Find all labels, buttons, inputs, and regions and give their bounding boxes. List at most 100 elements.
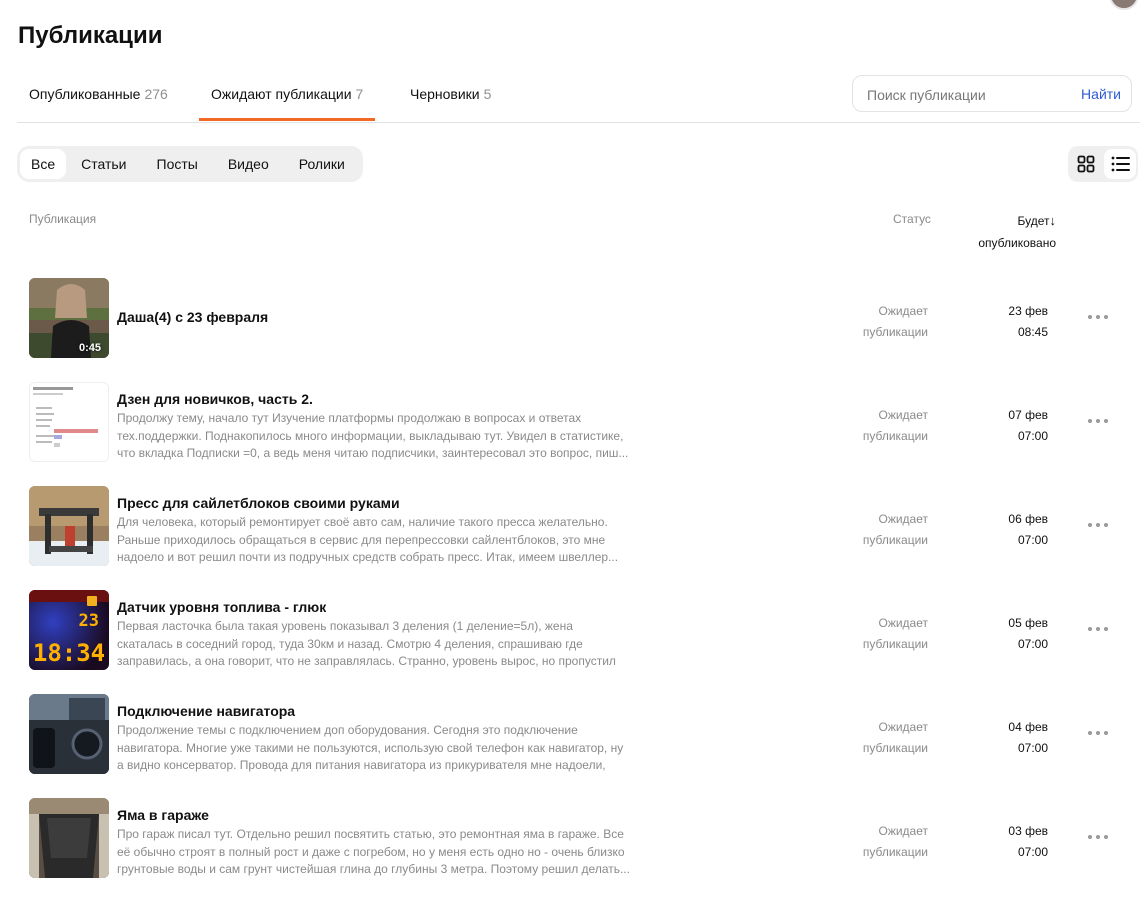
fuel-level-digits: 23 bbox=[79, 611, 99, 631]
status-text: Ожидает bbox=[878, 616, 928, 630]
search-input[interactable] bbox=[865, 84, 1059, 106]
thumbnail-image: 23 18:34 bbox=[29, 590, 109, 670]
tab-label: Ожидают публикации bbox=[211, 86, 352, 102]
table-row[interactable]: Пресс для сайлетблоков своими руками Для… bbox=[17, 486, 1140, 590]
tab-label: Опубликованные bbox=[29, 86, 141, 102]
tab-count: 7 bbox=[355, 86, 364, 102]
status-text: публикации bbox=[862, 533, 928, 547]
column-header-date-line2: опубликовано bbox=[978, 236, 1056, 250]
publication-title[interactable]: Датчик уровня топлива - глюк bbox=[117, 599, 326, 615]
page-title: Публикации bbox=[18, 22, 163, 49]
list-view-button[interactable] bbox=[1104, 149, 1136, 179]
publication-excerpt: Для человека, который ремонтирует своё а… bbox=[117, 515, 619, 564]
article-thumbnail[interactable] bbox=[29, 486, 109, 566]
article-thumbnail[interactable] bbox=[29, 382, 109, 462]
more-options-icon[interactable] bbox=[1088, 414, 1110, 428]
publication-title[interactable]: Даша(4) с 23 февраля bbox=[117, 309, 268, 325]
search-button[interactable]: Найти bbox=[1081, 86, 1121, 102]
tab-scheduled[interactable]: Ожидают публикации 7 bbox=[199, 74, 376, 121]
filter-all[interactable]: Все bbox=[20, 149, 67, 179]
date-text: 23 фев bbox=[1008, 304, 1048, 318]
date-text: 06 фев bbox=[1008, 512, 1048, 526]
status-text: публикации bbox=[862, 637, 928, 651]
view-toggle bbox=[1068, 146, 1138, 182]
time-text: 07:00 bbox=[1017, 741, 1048, 755]
status-text: публикации bbox=[862, 845, 928, 859]
tab-published[interactable]: Опубликованные 276 bbox=[29, 74, 168, 121]
table-row[interactable]: 23 18:34 Датчик уровня топлива - глюк Пе… bbox=[17, 590, 1140, 694]
scheduled-date: 04 фев 07:00 bbox=[977, 717, 1048, 759]
table-row[interactable]: Яма в гараже Про гараж писал тут. Отдель… bbox=[17, 798, 1140, 902]
more-options-icon[interactable] bbox=[1088, 830, 1110, 844]
article-thumbnail[interactable]: 23 18:34 bbox=[29, 590, 109, 670]
time-text: 07:00 bbox=[1017, 845, 1048, 859]
table-row[interactable]: 0:45 Даша(4) с 23 февраля Ожидает публик… bbox=[17, 278, 1140, 382]
date-text: 04 фев bbox=[1008, 720, 1048, 734]
status-label: Ожидает публикации bbox=[847, 509, 928, 551]
filter-video[interactable]: Видео bbox=[213, 149, 284, 179]
article-thumbnail[interactable] bbox=[29, 694, 109, 774]
article-thumbnail[interactable] bbox=[29, 798, 109, 878]
scheduled-date: 05 фев 07:00 bbox=[977, 613, 1048, 655]
status-label: Ожидает публикации bbox=[847, 717, 928, 759]
more-options-icon[interactable] bbox=[1088, 310, 1110, 324]
thumbnail-image bbox=[29, 798, 109, 878]
grid-view-button[interactable] bbox=[1070, 149, 1102, 179]
time-text: 07:00 bbox=[1017, 533, 1048, 547]
publication-title[interactable]: Дзен для новичков, часть 2. bbox=[117, 391, 313, 407]
table-row[interactable]: Подключение навигатора Продолжение темы … bbox=[17, 694, 1140, 798]
publication-excerpt: Первая ласточка была такая уровень показ… bbox=[117, 619, 616, 668]
column-header-status: Статус bbox=[893, 212, 931, 226]
time-text: 07:00 bbox=[1017, 637, 1048, 651]
publication-tabs: Опубликованные 276 Ожидают публикации 7 Че… bbox=[17, 74, 1140, 123]
publication-excerpt: Продолжу тему, начало тут Изучение платф… bbox=[117, 411, 629, 460]
publication-excerpt: Про гараж писал тут. Отдельно решил посв… bbox=[117, 827, 630, 876]
sort-arrow-icon: ↓ bbox=[1049, 213, 1057, 228]
video-thumbnail[interactable]: 0:45 bbox=[29, 278, 109, 358]
type-filter: Все Статьи Посты Видео Ролики bbox=[17, 146, 363, 182]
filter-posts[interactable]: Посты bbox=[142, 149, 213, 179]
publication-title[interactable]: Подключение навигатора bbox=[117, 703, 295, 719]
tab-label: Черновики bbox=[410, 86, 480, 102]
filter-shorts[interactable]: Ролики bbox=[284, 149, 360, 179]
column-header-publication: Публикация bbox=[29, 212, 97, 226]
thumbnail-image bbox=[30, 383, 108, 461]
status-text: Ожидает bbox=[878, 512, 928, 526]
status-text: публикации bbox=[862, 429, 928, 443]
status-label: Ожидает публикации bbox=[847, 405, 928, 447]
avatar[interactable] bbox=[1109, 0, 1139, 10]
publication-title[interactable]: Яма в гараже bbox=[117, 807, 209, 823]
date-text: 03 фев bbox=[1008, 824, 1048, 838]
grid-view-icon bbox=[1077, 155, 1095, 173]
status-label: Ожидает публикации bbox=[847, 613, 928, 655]
more-options-icon[interactable] bbox=[1088, 518, 1110, 532]
tab-drafts[interactable]: Черновики 5 bbox=[410, 74, 491, 121]
more-options-icon[interactable] bbox=[1088, 726, 1110, 740]
thumbnail-image bbox=[29, 694, 109, 774]
table-row[interactable]: Дзен для новичков, часть 2. Продолжу тем… bbox=[17, 382, 1140, 486]
status-text: публикации bbox=[862, 325, 928, 339]
status-text: публикации bbox=[862, 741, 928, 755]
status-text: Ожидает bbox=[878, 720, 928, 734]
status-text: Ожидает bbox=[878, 824, 928, 838]
scheduled-date: 06 фев 07:00 bbox=[977, 509, 1048, 551]
scheduled-date: 07 фев 07:00 bbox=[977, 405, 1048, 447]
scheduled-date: 23 фев 08:45 bbox=[977, 301, 1048, 343]
filter-articles[interactable]: Статьи bbox=[66, 149, 141, 179]
tab-count: 276 bbox=[144, 86, 168, 102]
status-text: Ожидает bbox=[878, 408, 928, 422]
status-label: Ожидает публикации bbox=[847, 301, 928, 343]
column-header-date[interactable]: Будет↓ опубликовано bbox=[960, 210, 1056, 254]
status-label: Ожидает публикации bbox=[847, 821, 928, 863]
tab-count: 5 bbox=[483, 86, 492, 102]
clock-digits: 18:34 bbox=[33, 639, 105, 667]
more-options-icon[interactable] bbox=[1088, 622, 1110, 636]
date-text: 07 фев bbox=[1008, 408, 1048, 422]
video-duration: 0:45 bbox=[78, 342, 101, 354]
time-text: 07:00 bbox=[1017, 429, 1048, 443]
scheduled-date: 03 фев 07:00 bbox=[977, 821, 1048, 863]
publication-title[interactable]: Пресс для сайлетблоков своими руками bbox=[117, 495, 400, 511]
search-box: Найти bbox=[852, 75, 1132, 112]
time-text: 08:45 bbox=[1017, 325, 1048, 339]
column-header-date-line1: Будет bbox=[1017, 214, 1050, 228]
